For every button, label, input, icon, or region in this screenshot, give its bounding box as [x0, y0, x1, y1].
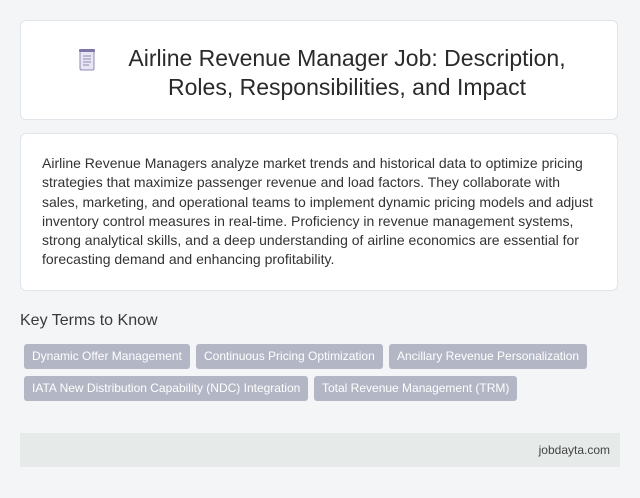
tag-iata-ndc-integration[interactable]: IATA New Distribution Capability (NDC) I…	[24, 376, 309, 401]
description-card: Airline Revenue Managers analyze market …	[20, 133, 618, 291]
description-text: Airline Revenue Managers analyze market …	[42, 155, 593, 268]
footer-bar: jobdayta.com	[20, 433, 620, 467]
tag-continuous-pricing-optimization[interactable]: Continuous Pricing Optimization	[196, 344, 383, 369]
title-card: Airline Revenue Manager Job: Description…	[20, 20, 618, 120]
key-terms-heading: Key Terms to Know	[20, 312, 158, 329]
tag-dynamic-offer-management[interactable]: Dynamic Offer Management	[24, 344, 190, 369]
footer-site-link[interactable]: jobdayta.com	[539, 443, 610, 457]
tag-total-revenue-management[interactable]: Total Revenue Management (TRM)	[314, 376, 518, 401]
tag-ancillary-revenue-personalization[interactable]: Ancillary Revenue Personalization	[389, 344, 588, 369]
page-title: Airline Revenue Manager Job: Description…	[128, 45, 566, 100]
document-icon	[79, 49, 95, 71]
